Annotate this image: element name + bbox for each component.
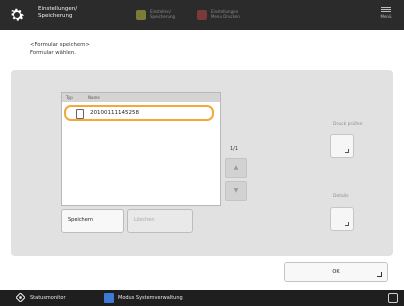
details-button[interactable] [330, 207, 354, 231]
system-management-icon [104, 293, 114, 303]
status-monitor-icon [16, 293, 25, 302]
page-indicator: 1/1 [230, 146, 239, 152]
header-title-line1: Einstellungen/ [38, 6, 78, 12]
header-settings-button[interactable]: Einstellen/ Speicherung [136, 9, 186, 23]
instruction-line2: Formular wählen. [30, 50, 76, 56]
ok-button[interactable]: OK [284, 262, 388, 282]
header-title-line2: Speicherung [38, 13, 73, 19]
instruction-text: <Formular speichern> Formular wählen. [30, 41, 90, 57]
system-mode-indicator[interactable]: Modus Systemverwaltung [104, 290, 183, 306]
list-item-name: 20100111145258 [90, 110, 139, 116]
scroll-up-button[interactable]: ▲ [225, 158, 247, 178]
save-button[interactable]: Speichern [61, 209, 124, 233]
menu-button[interactable]: Menü [376, 6, 396, 26]
top-bar: Einstellungen/ Speicherung Einstellen/ S… [0, 0, 404, 30]
header-btn1-line2: Speicherung [150, 14, 176, 19]
instruction-line1: <Formular speichern> [30, 42, 90, 48]
settings-shortcut-icon [136, 10, 146, 20]
list-item-selected[interactable]: 20100111145258 [64, 105, 214, 121]
check-print-button[interactable] [330, 134, 354, 158]
check-print-label: Druck prüfen [333, 122, 363, 127]
header-print-menu-button[interactable]: Einstellungen Menu Drucken [197, 9, 253, 23]
list-header: Typ Name [62, 93, 220, 102]
arrow-down-icon: ▼ [233, 187, 239, 194]
list-header-name: Name [88, 95, 100, 100]
delete-button[interactable]: Löschen [127, 209, 193, 233]
status-monitor-label: Statusmonitor [30, 295, 66, 301]
header-btn2-line2: Menu Drucken [211, 14, 240, 19]
arrow-up-icon: ▲ [233, 164, 239, 171]
network-icon[interactable] [388, 293, 398, 303]
scroll-down-button[interactable]: ▼ [225, 181, 247, 201]
list-header-type: Typ [66, 95, 73, 100]
menu-label: Menü [380, 14, 392, 19]
save-button-label: Speichern [68, 217, 93, 223]
delete-button-label: Löschen [134, 217, 155, 223]
document-icon [76, 109, 84, 119]
form-list: Typ Name 20100111145258 [61, 92, 221, 206]
status-bar: Statusmonitor Modus Systemverwaltung [0, 290, 404, 306]
settings-gear-icon[interactable] [8, 6, 26, 24]
header-title: Einstellungen/ Speicherung [38, 6, 77, 20]
print-menu-icon [197, 10, 207, 20]
details-label: Details [333, 194, 349, 199]
status-monitor-button[interactable]: Statusmonitor [16, 290, 66, 306]
menu-icon [381, 7, 391, 12]
system-mode-label: Modus Systemverwaltung [118, 295, 183, 301]
